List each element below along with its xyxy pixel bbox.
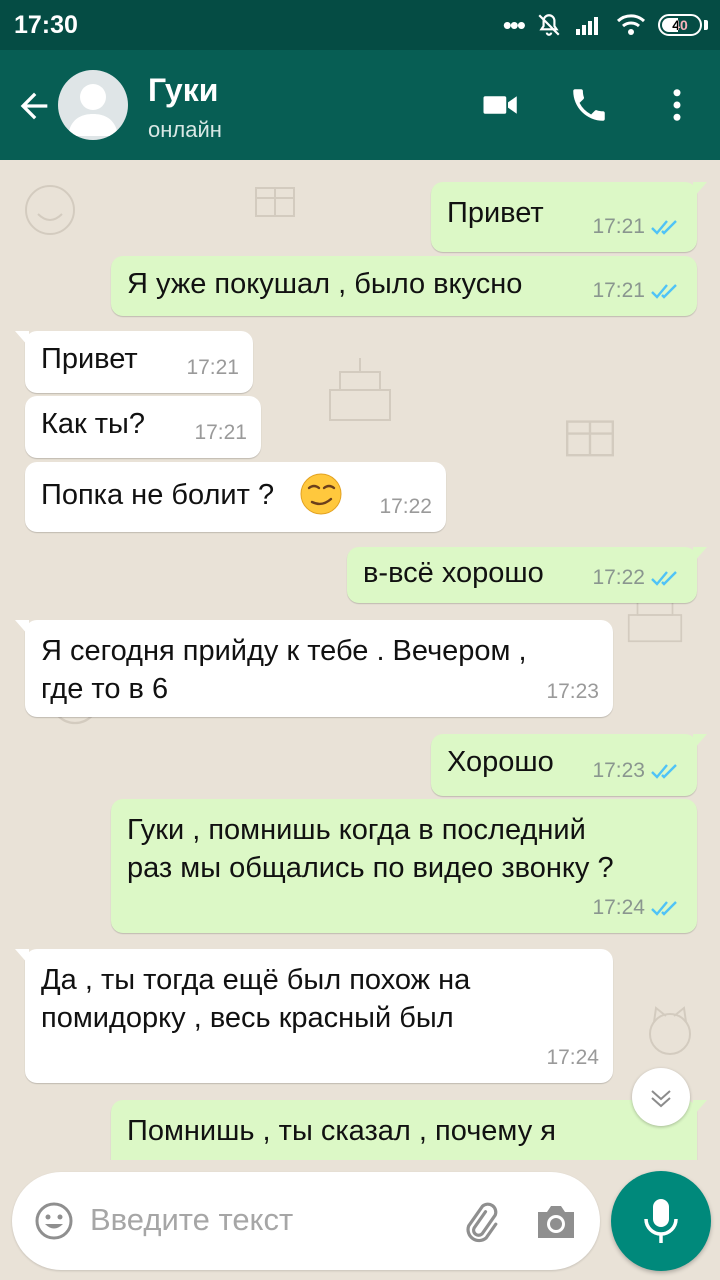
mic-icon [644, 1199, 678, 1243]
read-ticks-icon [651, 571, 677, 586]
message-outgoing[interactable]: Привет 17:21 [431, 182, 707, 252]
battery-tip [704, 20, 708, 30]
message-meta: 17:21 [194, 414, 247, 452]
message-meta: 17:24 [592, 889, 683, 927]
status-icons: ••• 40 [503, 10, 708, 40]
message-text: Помнишь , ты сказал , почему я [127, 1115, 556, 1147]
default-avatar-icon [68, 84, 118, 136]
phone-icon[interactable] [568, 84, 610, 126]
message-time: 17:21 [592, 279, 645, 302]
message-meta: 17:23 [546, 673, 599, 711]
mute-bell-icon [538, 14, 560, 36]
voice-message-button[interactable] [611, 1171, 711, 1271]
message-time: 17:24 [592, 896, 645, 919]
message-meta: 17:22 [379, 488, 432, 526]
chevron-down-icon [651, 1090, 671, 1108]
message-incoming[interactable]: Да , ты тогда ещё был похож на помидорку… [15, 949, 613, 1083]
scroll-down-button[interactable] [632, 1068, 690, 1126]
message-text: в-всё хорошо [363, 557, 544, 589]
message-text: Привет [41, 343, 138, 375]
message-outgoing[interactable]: Хорошо 17:23 [431, 734, 707, 796]
message-time: 17:21 [592, 215, 645, 238]
status-time: 17:30 [14, 11, 78, 39]
chat-header: Гуки онлайн [0, 50, 720, 160]
message-text: Привет [447, 197, 544, 229]
message-meta: 17:21 [592, 208, 683, 246]
message-time: 17:22 [592, 566, 645, 589]
message-meta: 17:23 [592, 752, 683, 790]
message-text: Как ты? [41, 408, 146, 440]
message-incoming[interactable]: Попка не болит ? 17:22 [25, 462, 446, 532]
read-ticks-icon [651, 284, 677, 299]
camera-icon[interactable] [534, 1200, 578, 1242]
wallpaper-gift-icon [255, 187, 295, 217]
avatar[interactable] [58, 70, 128, 140]
signal-icon [576, 17, 598, 35]
message-outgoing[interactable]: Я уже покушал , было вкусно 17:21 [111, 256, 697, 316]
message-meta: 17:22 [592, 559, 683, 597]
message-outgoing[interactable]: Гуки , помнишь когда в последний раз мы … [111, 799, 697, 933]
message-time: 17:22 [379, 495, 432, 518]
message-time: 17:21 [194, 421, 247, 444]
message-meta: 17:24 [546, 1039, 599, 1077]
wifi-icon [616, 14, 646, 35]
emoji-icon[interactable] [34, 1201, 74, 1241]
wallpaper-gift-icon [566, 420, 614, 457]
battery-level: 40 [672, 17, 688, 33]
message-input[interactable]: Введите текст [90, 1202, 293, 1238]
message-meta: 17:21 [592, 272, 683, 310]
message-outgoing[interactable]: Помнишь , ты сказал , почему я [111, 1100, 707, 1160]
message-time: 17:21 [186, 356, 239, 379]
message-composer[interactable]: Введите текст [12, 1172, 600, 1270]
message-incoming[interactable]: Я сегодня прийду к тебе . Вечером , где … [15, 620, 613, 717]
contact-status: онлайн [148, 117, 222, 142]
wallpaper-cake-icon [329, 358, 391, 421]
back-arrow-icon[interactable] [14, 86, 54, 126]
message-text: Да , ты тогда ещё был похож на помидорку… [41, 964, 471, 1034]
message-text: Я сегодня прийду к тебе . Вечером , где … [41, 635, 527, 705]
chat-area[interactable]: Привет 17:21 Я уже покушал , было вкусно… [0, 160, 720, 1160]
more-vert-icon[interactable] [656, 84, 698, 126]
dots-icon: ••• [502, 10, 526, 40]
message-time: 17:23 [592, 759, 645, 782]
video-call-icon[interactable] [480, 84, 522, 126]
wallpaper-cat-icon [649, 1006, 691, 1055]
attach-icon[interactable] [457, 1199, 501, 1243]
message-text: Попка не болит ? [41, 479, 275, 511]
wallpaper-smile-icon [25, 185, 75, 235]
message-text: Гуки , помнишь когда в последний раз мы … [127, 814, 614, 884]
read-ticks-icon [651, 901, 677, 916]
message-time: 17:23 [546, 680, 599, 703]
message-meta: 17:21 [186, 349, 239, 387]
message-incoming[interactable]: Как ты? 17:21 [25, 396, 261, 458]
read-ticks-icon [651, 220, 677, 235]
message-time: 17:24 [546, 1046, 599, 1069]
battery-icon: 40 [658, 14, 702, 36]
message-text: Хорошо [447, 746, 554, 778]
message-outgoing[interactable]: в-всё хорошо 17:22 [347, 547, 707, 603]
status-bar: 17:30 ••• 40 [0, 0, 720, 50]
message-text: Я уже покушал , было вкусно [127, 268, 523, 300]
read-ticks-icon [651, 764, 677, 779]
message-incoming[interactable]: Привет 17:21 [15, 331, 253, 393]
smirk-emoji-icon [300, 473, 342, 515]
contact-name[interactable]: Гуки [148, 72, 218, 109]
